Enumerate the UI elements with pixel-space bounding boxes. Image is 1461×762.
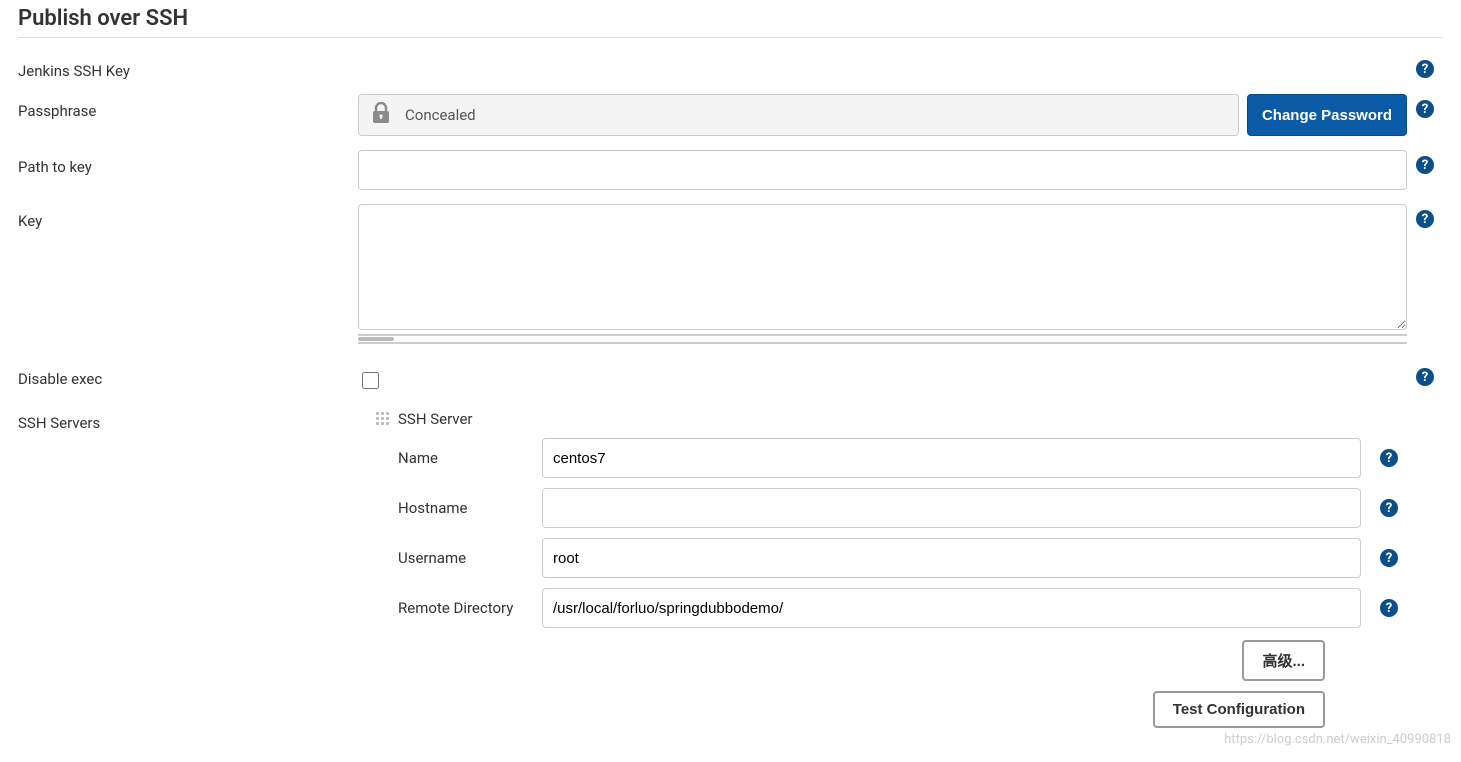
hostname-row: Hostname ? — [358, 488, 1407, 528]
ssh-servers-label: SSH Servers — [18, 406, 358, 432]
ssh-server-title: SSH Server — [398, 410, 473, 428]
disable-exec-checkbox[interactable] — [362, 372, 379, 389]
help-icon[interactable]: ? — [1416, 156, 1434, 174]
key-textarea[interactable] — [358, 204, 1407, 330]
path-to-key-row: Path to key ? — [18, 150, 1443, 190]
hostname-input[interactable] — [542, 488, 1361, 528]
name-label: Name — [398, 449, 542, 467]
change-password-button[interactable]: Change Password — [1247, 94, 1407, 136]
hostname-label: Hostname — [398, 499, 542, 517]
name-row: Name ? — [358, 438, 1407, 478]
ssh-server-header: SSH Server — [358, 406, 1407, 438]
advanced-button[interactable]: 高级... — [1242, 640, 1325, 681]
help-icon[interactable]: ? — [1416, 60, 1434, 78]
concealed-text: Concealed — [405, 106, 476, 124]
help-icon[interactable]: ? — [1416, 100, 1434, 118]
jenkins-ssh-key-label: Jenkins SSH Key — [18, 54, 358, 80]
remote-directory-label: Remote Directory — [398, 599, 542, 617]
path-to-key-input[interactable] — [358, 150, 1407, 190]
username-row: Username ? — [358, 538, 1407, 578]
jenkins-ssh-key-row: Jenkins SSH Key ? — [18, 54, 1443, 80]
test-configuration-button[interactable]: Test Configuration — [1153, 691, 1325, 728]
help-icon[interactable]: ? — [1380, 549, 1398, 567]
disable-exec-label: Disable exec — [18, 362, 358, 388]
remote-directory-input[interactable] — [542, 588, 1361, 628]
help-icon[interactable]: ? — [1380, 499, 1398, 517]
lock-icon — [371, 102, 391, 128]
remote-directory-row: Remote Directory ? — [358, 588, 1407, 628]
passphrase-label: Passphrase — [18, 94, 358, 120]
section-title: Publish over SSH — [18, 6, 1443, 31]
passphrase-row: Passphrase Concealed Change Password ? — [18, 94, 1443, 136]
username-input[interactable] — [542, 538, 1361, 578]
key-row: Key ? — [18, 204, 1443, 330]
key-label: Key — [18, 204, 358, 230]
help-icon[interactable]: ? — [1380, 599, 1398, 617]
watermark: https://blog.csdn.net/weixin_40990818 — [1224, 732, 1451, 747]
ssh-servers-row: SSH Servers SSH Server Name ? Hostname ?… — [18, 406, 1443, 728]
drag-handle-icon[interactable] — [376, 412, 390, 426]
name-input[interactable] — [542, 438, 1361, 478]
help-icon[interactable]: ? — [1380, 449, 1398, 467]
disable-exec-row: Disable exec ? — [18, 362, 1443, 392]
path-to-key-label: Path to key — [18, 150, 358, 176]
username-label: Username — [398, 549, 542, 567]
passphrase-concealed: Concealed — [358, 94, 1239, 136]
resize-grip-row — [18, 334, 1443, 344]
help-icon[interactable]: ? — [1416, 210, 1434, 228]
resize-grip[interactable] — [358, 336, 394, 342]
help-icon[interactable]: ? — [1416, 368, 1434, 386]
section-divider — [18, 37, 1443, 38]
